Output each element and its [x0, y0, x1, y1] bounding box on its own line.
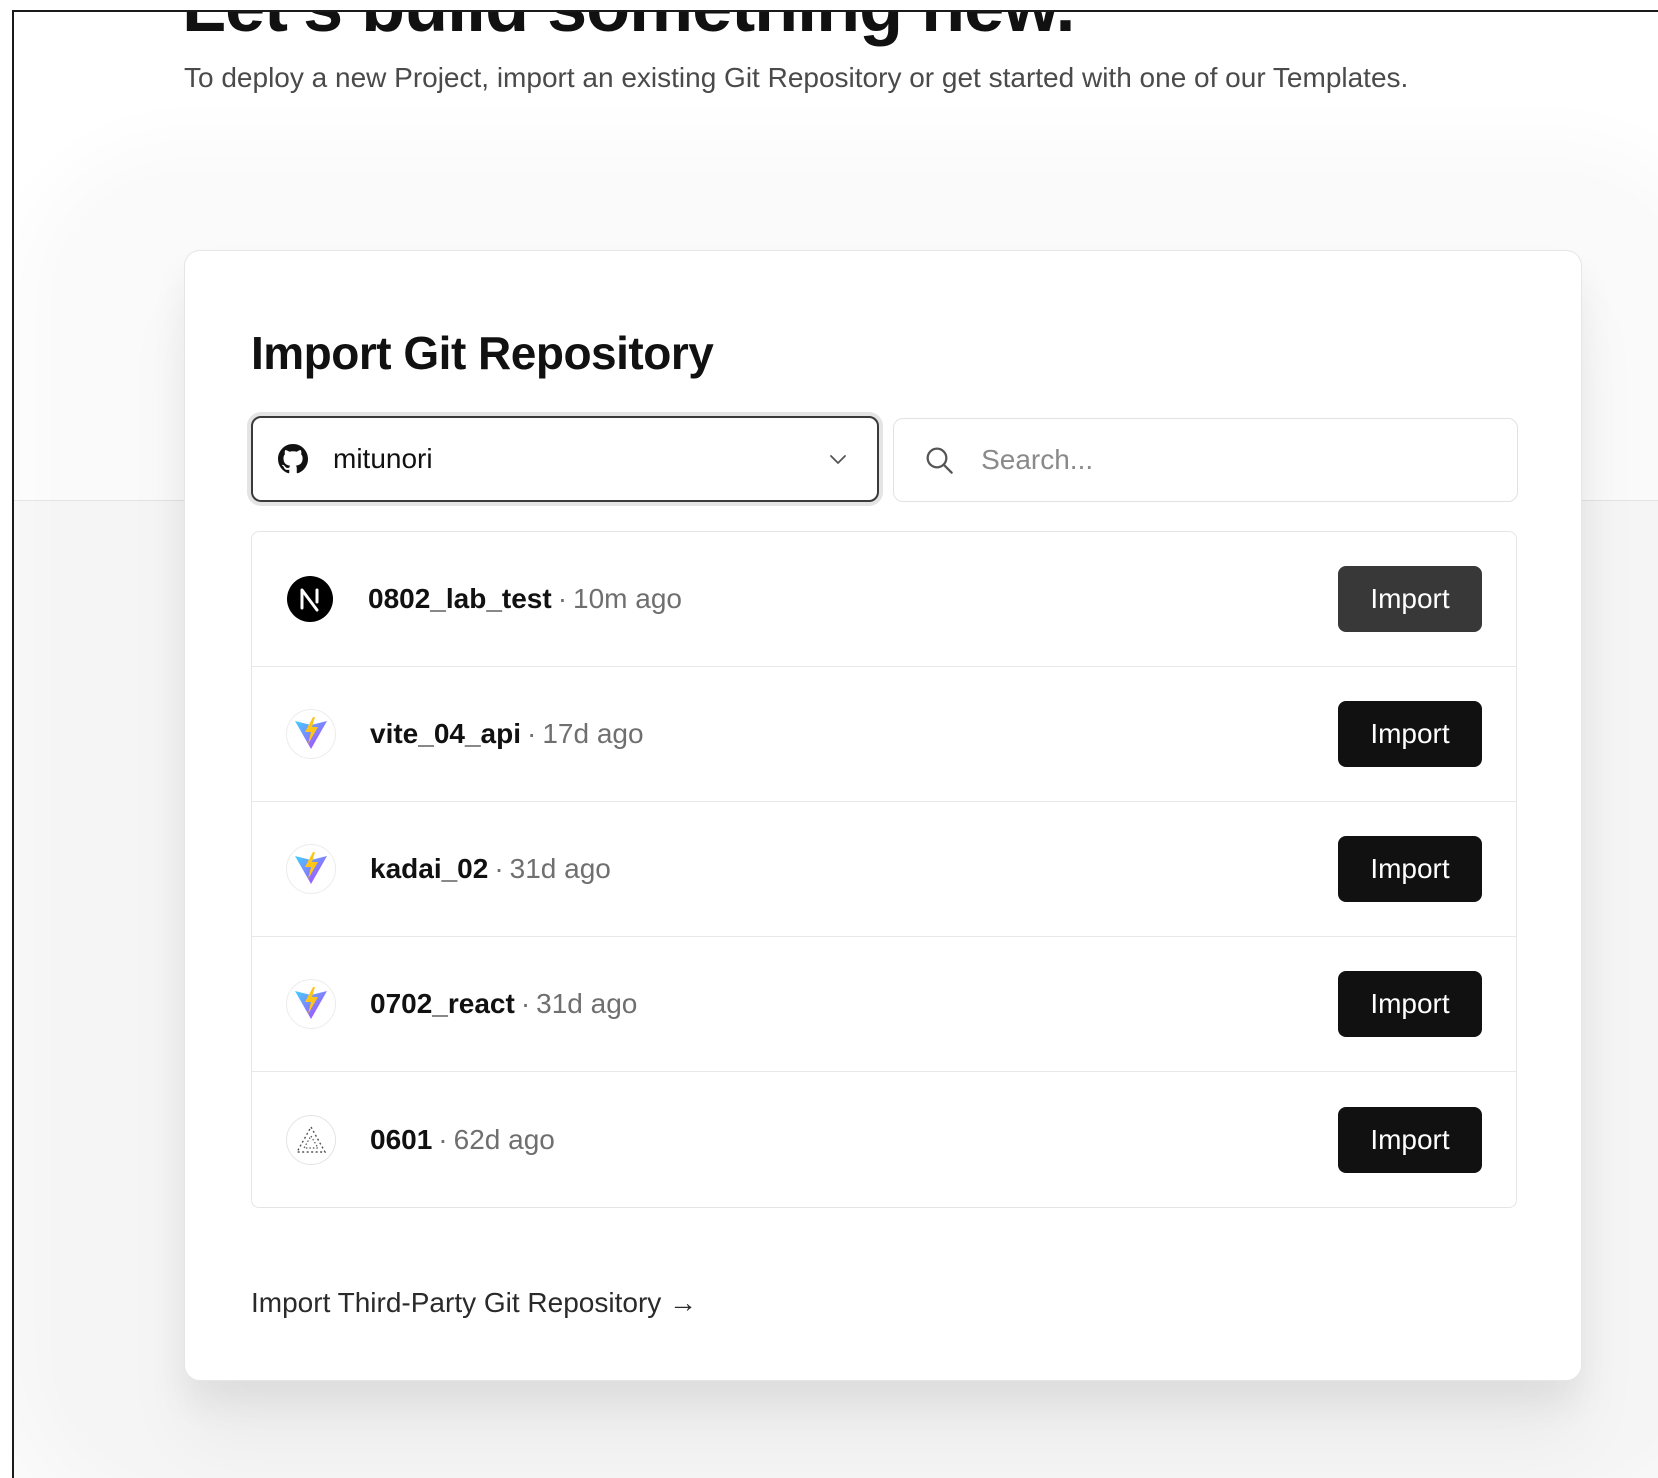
- nextjs-icon: [286, 575, 334, 623]
- repository-row: 0601 · 62d ago Import: [252, 1072, 1516, 1207]
- repository-name: 0802_lab_test: [368, 583, 552, 614]
- repository-updated: 10m ago: [573, 583, 682, 614]
- repository-row: kadai_02 · 31d ago Import: [252, 802, 1516, 937]
- repository-updated: 31d ago: [536, 988, 638, 1019]
- repository-name: 0601: [370, 1123, 433, 1155]
- meta-separator: ·: [494, 853, 504, 884]
- repository-info: 0802_lab_test · 10m ago: [368, 583, 1338, 615]
- meta-separator: ·: [527, 718, 537, 749]
- repository-row: 0802_lab_test · 10m ago Import: [252, 532, 1516, 667]
- card-title: Import Git Repository: [251, 327, 714, 379]
- import-button[interactable]: Import: [1338, 566, 1482, 632]
- git-account-selector[interactable]: mitunori: [251, 416, 879, 502]
- repository-row: vite_04_api · 17d ago Import: [252, 667, 1516, 802]
- repository-updated: 17d ago: [542, 718, 644, 749]
- page-title: Let's build something new.: [182, 12, 1075, 48]
- repository-name: kadai_02: [370, 853, 489, 884]
- other-framework-icon: [286, 1114, 336, 1165]
- repository-info: 0601 · 62d ago: [370, 1124, 1338, 1156]
- import-button[interactable]: Import: [1338, 701, 1482, 767]
- github-icon: [277, 443, 309, 475]
- selected-account: mitunori: [333, 443, 433, 474]
- repository-info: vite_04_api · 17d ago: [370, 718, 1338, 750]
- repository-info: 0702_react · 31d ago: [370, 988, 1338, 1020]
- search-icon: [922, 443, 955, 477]
- search-input[interactable]: [979, 443, 1489, 477]
- repository-info: kadai_02 · 31d ago: [370, 853, 1338, 885]
- repository-search[interactable]: [893, 418, 1518, 502]
- repository-name: 0702_react: [370, 988, 515, 1019]
- meta-separator: ·: [557, 583, 568, 614]
- import-button[interactable]: Import: [1338, 1106, 1482, 1173]
- vite-icon: [286, 979, 336, 1029]
- chevron-down-icon: [825, 446, 851, 472]
- import-button[interactable]: Import: [1338, 836, 1482, 902]
- import-third-party-repository-link[interactable]: Import Third-Party Git Repository →: [251, 1287, 697, 1319]
- meta-separator: ·: [520, 988, 531, 1019]
- vite-icon: [286, 709, 336, 759]
- repository-updated: 62d ago: [453, 1123, 555, 1155]
- import-button[interactable]: Import: [1338, 971, 1482, 1037]
- page-subtitle: To deploy a new Project, import an exist…: [184, 62, 1409, 93]
- import-git-repository-card: Import Git Repository mitunori Search...…: [184, 250, 1582, 1381]
- repository-updated: 31d ago: [509, 853, 611, 884]
- browser-viewport: Let's build something new. To deploy a n…: [12, 10, 1658, 1478]
- meta-separator: ·: [438, 1123, 448, 1155]
- repository-list: 0802_lab_test · 10m ago Import vite_04_a…: [251, 531, 1517, 1208]
- repository-row: 0702_react · 31d ago Import: [252, 937, 1516, 1072]
- repository-name: vite_04_api: [370, 718, 521, 749]
- vite-icon: [286, 844, 336, 894]
